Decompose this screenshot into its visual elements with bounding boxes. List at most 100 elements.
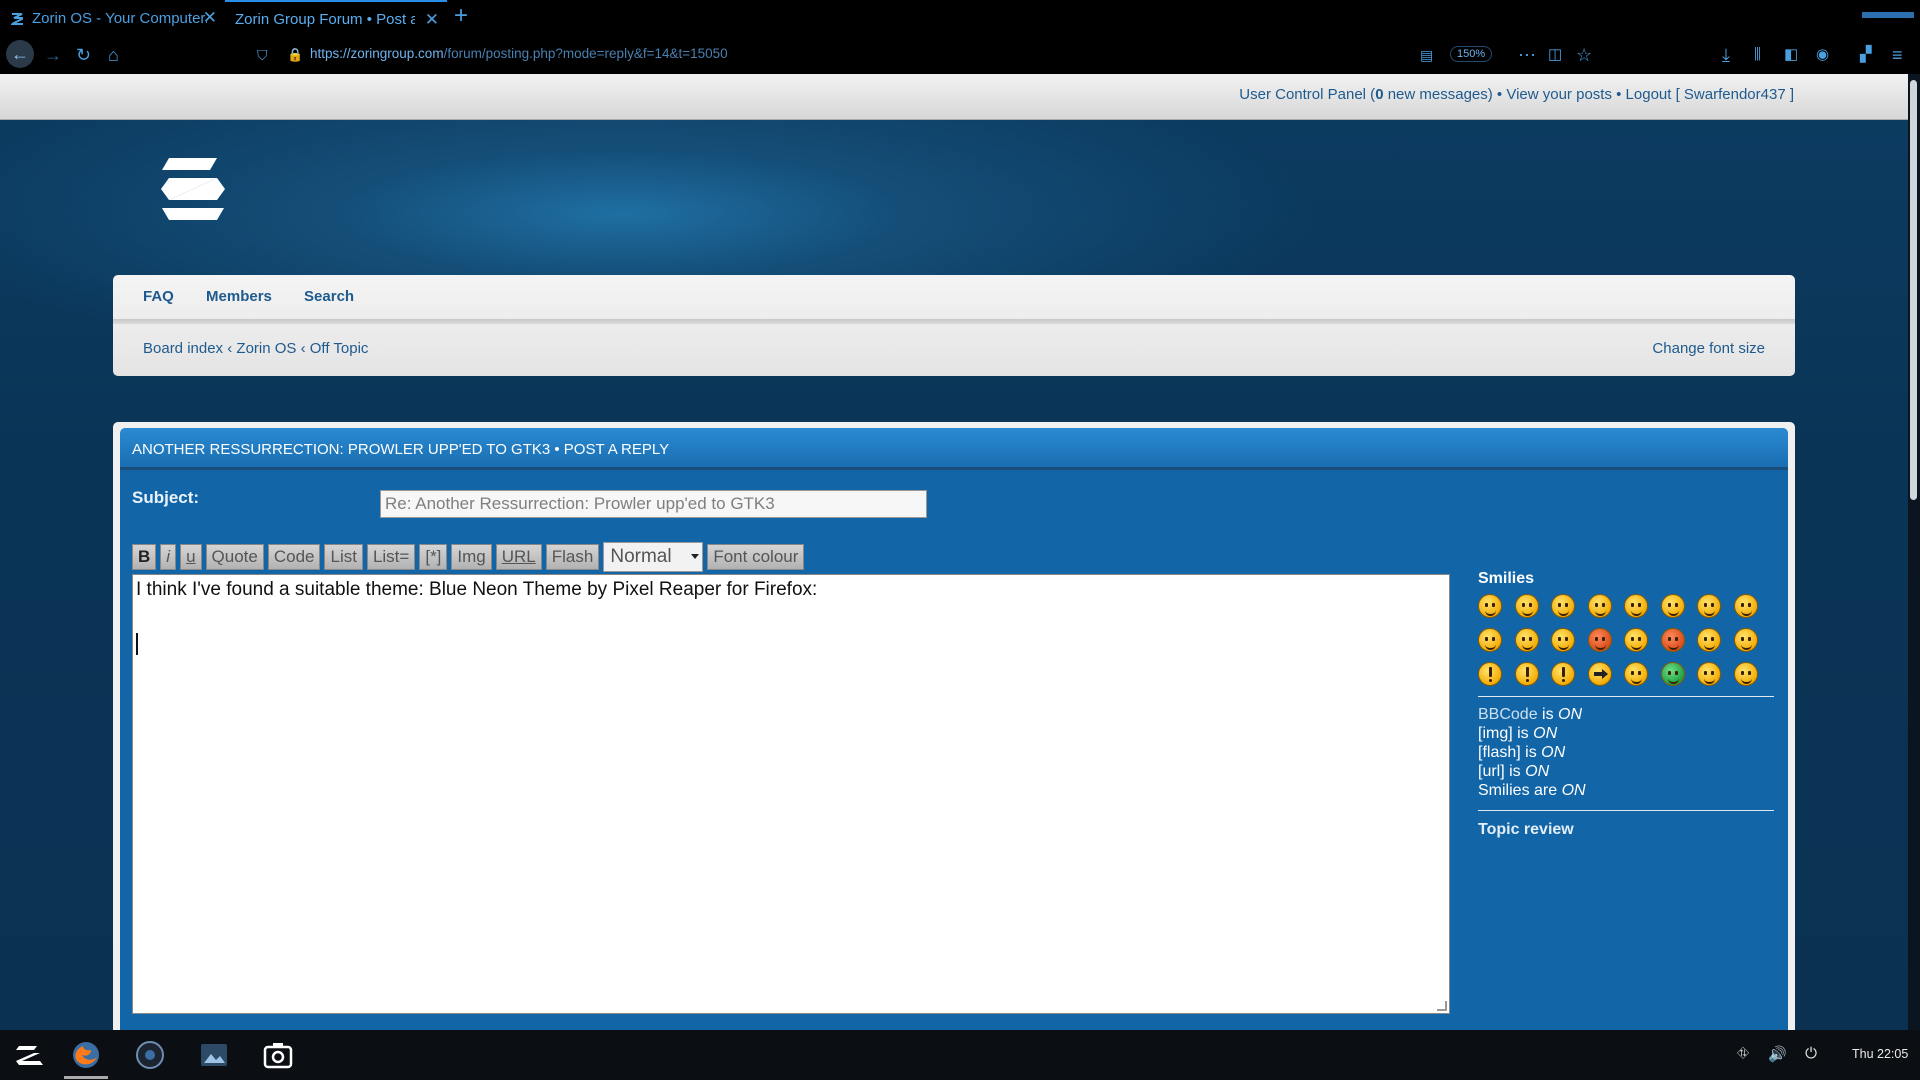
- evil-smiley-icon[interactable]: [1660, 628, 1685, 652]
- url-button[interactable]: URL: [495, 544, 542, 570]
- disk-icon[interactable]: [134, 1039, 166, 1071]
- topic-review-heading[interactable]: Topic review: [1478, 821, 1774, 839]
- green-monster-icon[interactable]: [1660, 662, 1685, 686]
- account-icon[interactable]: ◉: [1816, 43, 1829, 67]
- list-button[interactable]: List: [324, 544, 363, 570]
- scrollbar-thumb[interactable]: [1910, 80, 1917, 500]
- change-font-size-link[interactable]: Change font size: [1652, 340, 1765, 357]
- font-colour-button[interactable]: Font colour: [707, 544, 805, 570]
- smilies-grid: [1478, 594, 1774, 686]
- divider: [1478, 696, 1774, 697]
- menu-icon[interactable]: ≡: [1892, 43, 1903, 67]
- clock[interactable]: Thu 22:05: [1852, 1047, 1908, 1061]
- tab-zorin-os[interactable]: Zorin OS - Your Computer. Better. ✕: [0, 0, 225, 36]
- ucp-link[interactable]: User Control Panel: [1239, 86, 1366, 103]
- zoom-level[interactable]: 150%: [1450, 46, 1493, 62]
- message-textarea[interactable]: I think I've found a suitable theme: Blu…: [132, 574, 1450, 1014]
- img-button[interactable]: Img: [451, 544, 492, 570]
- pocket-icon[interactable]: ◫: [1548, 43, 1562, 67]
- confused-smiley-icon[interactable]: [1697, 594, 1721, 618]
- happy-smiley-icon[interactable]: [1478, 628, 1502, 652]
- forward-arrow-icon[interactable]: →: [44, 43, 62, 67]
- tongue-smiley-icon[interactable]: [1551, 628, 1575, 652]
- downloads-icon[interactable]: ⤓: [1722, 43, 1730, 67]
- sidebar-icon[interactable]: ◧: [1784, 43, 1798, 67]
- breadcrumb-zorin-os[interactable]: Zorin OS: [236, 340, 296, 357]
- user-links: User Control Panel (0 new messages) • Vi…: [1239, 86, 1794, 103]
- red-face-smiley-icon[interactable]: [1587, 628, 1612, 652]
- code-button[interactable]: Code: [267, 544, 321, 570]
- post-reply-panel: ANOTHER RESSURRECTION: PROWLER UPP'ED TO…: [113, 422, 1795, 1030]
- shocked-smiley-icon[interactable]: [1660, 594, 1685, 618]
- bbcode-status-row: BBCode is ON: [1478, 705, 1774, 724]
- font-size-select[interactable]: Normal: [603, 542, 704, 572]
- bookmark-star-icon[interactable]: ☆: [1576, 43, 1592, 67]
- italic-button[interactable]: i: [160, 544, 177, 570]
- resize-handle-icon[interactable]: [1437, 1001, 1447, 1011]
- arrow-icon[interactable]: [1587, 662, 1612, 686]
- new-messages-label: new messages): [1383, 86, 1493, 103]
- lock-icon[interactable]: 🔒: [287, 43, 303, 67]
- laughing-smiley-icon[interactable]: [1478, 594, 1502, 618]
- close-tab-icon[interactable]: ✕: [425, 10, 439, 30]
- window-controls-icon[interactable]: [1862, 12, 1914, 18]
- reload-icon[interactable]: ↻: [76, 43, 91, 67]
- logout-link[interactable]: Logout [ Swarfendor437 ]: [1626, 86, 1794, 103]
- nav-search-link[interactable]: Search: [304, 288, 354, 305]
- winking-smiley-icon[interactable]: [1551, 594, 1575, 618]
- extensions-icon[interactable]: ▞: [1860, 43, 1872, 67]
- screenshot-icon[interactable]: [262, 1039, 294, 1071]
- home-icon[interactable]: ⌂: [108, 43, 119, 67]
- bold-button[interactable]: B: [132, 544, 157, 570]
- image-viewer-icon[interactable]: [198, 1039, 230, 1071]
- tab-forum[interactable]: Zorin Group Forum • Post a reply ✕: [225, 0, 447, 36]
- firefox-icon[interactable]: [64, 1039, 108, 1079]
- more-options-icon[interactable]: ⋯: [1518, 43, 1536, 67]
- grinning-smiley-icon[interactable]: [1514, 594, 1539, 618]
- crying-smiley-icon[interactable]: [1624, 628, 1648, 652]
- power-icon[interactable]: ⏻: [1802, 1045, 1820, 1063]
- zorin-menu-icon[interactable]: [12, 1039, 44, 1071]
- bbcode-status-label[interactable]: BBCode: [1478, 706, 1538, 723]
- zorin-logo-icon[interactable]: [155, 156, 231, 222]
- surprised-smiley-icon[interactable]: [1624, 594, 1648, 618]
- list-item-button[interactable]: [*]: [419, 544, 448, 570]
- exclamation-icon[interactable]: [1478, 662, 1502, 686]
- bbcode-status-row: [img] is ON: [1478, 724, 1774, 743]
- bbcode-status-row: Smilies are ON: [1478, 781, 1774, 800]
- volume-icon[interactable]: 🔊: [1768, 1045, 1787, 1063]
- rolleyes-smiley-icon[interactable]: [1733, 628, 1758, 652]
- uber-geek-smiley-icon[interactable]: [1733, 662, 1758, 686]
- cheeky-smiley-icon[interactable]: [1587, 594, 1612, 618]
- page-scrollbar[interactable]: [1908, 74, 1920, 1030]
- view-posts-link[interactable]: View your posts: [1506, 86, 1612, 103]
- breadcrumb-board-index[interactable]: Board index: [143, 340, 223, 357]
- breadcrumb-off-topic[interactable]: Off Topic: [310, 340, 369, 357]
- mad-smiley-icon[interactable]: [1514, 628, 1539, 652]
- ordered-list-button[interactable]: List=: [366, 544, 416, 570]
- nav-faq-link[interactable]: FAQ: [143, 288, 174, 305]
- dropdown-caret-icon: [691, 554, 700, 559]
- library-icon[interactable]: ⫼: [1754, 43, 1761, 67]
- new-tab-icon[interactable]: +: [454, 2, 468, 30]
- twisted-smiley-icon[interactable]: [1697, 628, 1721, 652]
- url-bar[interactable]: https://zoringroup.com/forum/posting.php…: [310, 46, 728, 61]
- message-text: I think I've found a suitable theme: Blu…: [136, 579, 818, 600]
- network-icon[interactable]: ⛗: [1734, 1045, 1752, 1063]
- shield-icon[interactable]: ⛉: [257, 43, 268, 67]
- subject-input[interactable]: [380, 490, 927, 518]
- close-tab-icon[interactable]: ✕: [203, 8, 217, 28]
- back-arrow-icon[interactable]: ←: [6, 40, 34, 68]
- bbcode-status-list: BBCode is ON [img] is ON [flash] is ON [url…: [1478, 705, 1774, 800]
- underline-button[interactable]: u: [180, 544, 202, 570]
- flash-button[interactable]: Flash: [545, 544, 600, 570]
- quote-button[interactable]: Quote: [205, 544, 264, 570]
- cool-smiley-icon[interactable]: [1733, 594, 1758, 618]
- url-domain: https://zoringroup.com: [310, 46, 444, 61]
- neutral-smiley-icon[interactable]: [1624, 662, 1648, 686]
- reader-view-icon[interactable]: ▤: [1420, 43, 1433, 67]
- nav-members-link[interactable]: Members: [206, 288, 272, 305]
- idea-icon[interactable]: [1551, 662, 1575, 686]
- question-icon[interactable]: [1514, 662, 1539, 686]
- geek-smiley-icon[interactable]: [1697, 662, 1721, 686]
